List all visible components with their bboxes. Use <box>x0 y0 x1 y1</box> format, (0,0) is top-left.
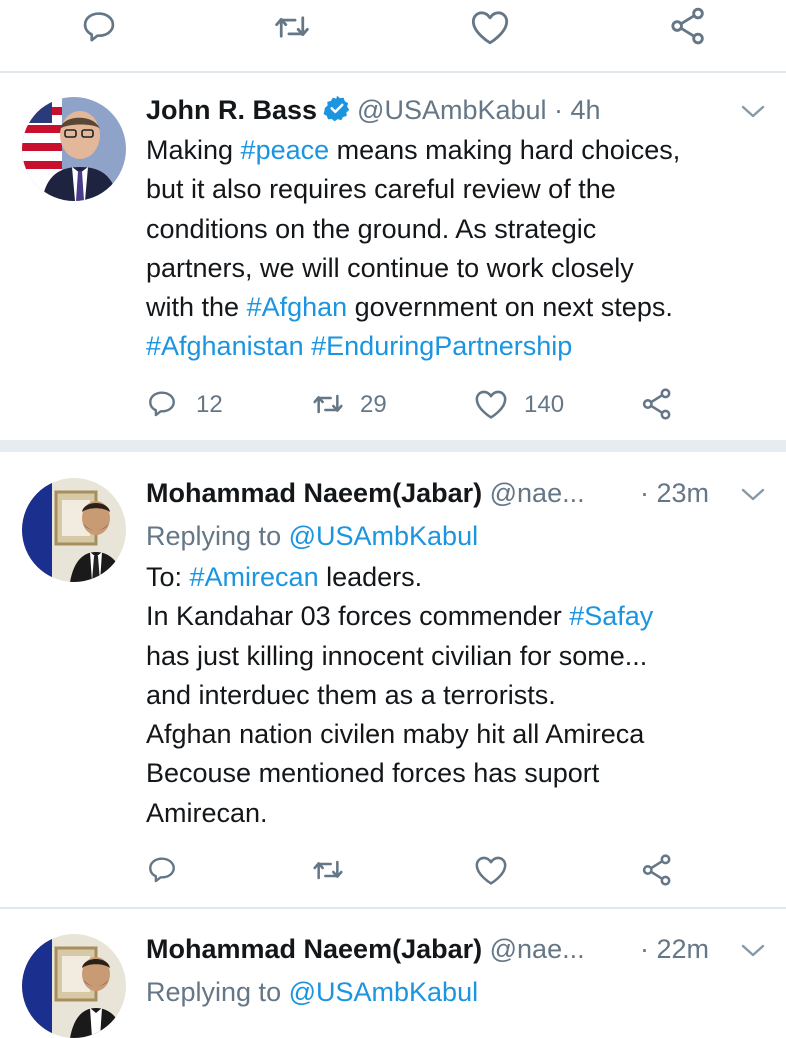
like-count: 140 <box>524 391 565 418</box>
share-icon[interactable] <box>668 6 708 46</box>
retweet-icon[interactable] <box>310 854 346 886</box>
timestamp[interactable]: · 22m <box>640 931 709 967</box>
like-icon[interactable] <box>470 8 510 46</box>
hashtag-link[interactable]: #Afghan <box>247 292 348 322</box>
retweet-count: 29 <box>360 391 387 418</box>
text-span: Afghan nation civilen maby hit all Amire… <box>146 719 645 750</box>
display-name[interactable]: Mohammad Naeem(Jabar) <box>146 934 482 964</box>
handle[interactable]: @nae... <box>490 478 585 508</box>
text-span: Becouse mentioned forces has suport <box>146 758 600 789</box>
timestamp[interactable]: · 4h <box>547 95 601 125</box>
tweet-header: Mohammad Naeem(Jabar) @nae... <box>146 475 585 511</box>
section-divider <box>0 440 786 452</box>
hashtag-link[interactable]: #Safay <box>569 601 653 631</box>
text-line: Becouse mentioned forces has suport <box>146 754 653 793</box>
chevron-down-icon[interactable] <box>740 487 766 508</box>
like-icon[interactable] <box>474 854 508 886</box>
text-line: with the #Afghan government on next step… <box>146 288 680 327</box>
verified-badge-icon <box>323 94 351 131</box>
divider <box>0 907 786 909</box>
like-icon[interactable] <box>474 388 508 420</box>
text-span: but it also requires careful review of t… <box>146 174 616 205</box>
text-line: but it also requires careful review of t… <box>146 170 680 209</box>
text-span: conditions on the ground. As strategic <box>146 213 597 244</box>
chevron-down-icon[interactable] <box>740 104 766 125</box>
tweet-header: Mohammad Naeem(Jabar) @nae... <box>146 931 585 967</box>
handle[interactable]: @USAmbKabul <box>357 95 547 125</box>
text-span <box>304 331 312 361</box>
text-line: has just killing innocent civilian for s… <box>146 637 653 676</box>
text-span: leaders. <box>318 562 423 592</box>
text-line: In Kandahar 03 forces commender #Safay <box>146 597 653 636</box>
share-icon[interactable] <box>640 853 674 887</box>
display-name[interactable]: John R. Bass <box>146 95 317 125</box>
reply-icon[interactable] <box>146 388 178 420</box>
text-span: partners, we will continue to work close… <box>146 252 634 283</box>
retweet-icon[interactable] <box>310 388 346 420</box>
text-span: To: <box>146 562 190 592</box>
mention-link[interactable]: @USAmbKabul <box>289 977 479 1007</box>
text-span: with the <box>146 292 247 323</box>
handle[interactable]: @nae... <box>490 934 585 964</box>
text-line: Making #peace means making hard choices, <box>146 131 680 170</box>
text-line: Afghan nation civilen maby hit all Amire… <box>146 715 653 754</box>
tweet-header: John R. Bass @USAmbKabul · 4h <box>146 92 601 128</box>
text-line: partners, we will continue to work close… <box>146 249 680 288</box>
text-line: To: #Amirecan leaders. <box>146 558 653 597</box>
tweet-text: Making #peace means making hard choices,… <box>146 131 680 367</box>
text-span: Making <box>146 135 241 165</box>
tweet-text: To: #Amirecan leaders. In Kandahar 03 fo… <box>146 558 653 833</box>
hashtag-link[interactable]: #EnduringPartnership <box>311 331 572 361</box>
text-line: #Afghanistan #EnduringPartnership <box>146 327 680 366</box>
text-span: government on next steps. <box>347 292 673 323</box>
divider <box>0 71 786 73</box>
retweet-icon[interactable] <box>272 8 312 46</box>
share-icon[interactable] <box>640 387 674 421</box>
text-span: Amirecan. <box>146 797 268 828</box>
text-span: means making hard choices, <box>329 135 681 165</box>
reply-icon[interactable] <box>146 854 178 886</box>
hashtag-link[interactable]: #peace <box>241 135 330 165</box>
replying-to: Replying to @USAmbKabul <box>146 517 478 556</box>
reply-count: 12 <box>196 391 223 418</box>
text-line: Amirecan. <box>146 794 653 833</box>
hashtag-link[interactable]: #Afghanistan <box>146 331 304 361</box>
replying-to-label: Replying to <box>146 521 289 551</box>
text-line: conditions on the ground. As strategic <box>146 210 680 249</box>
chevron-down-icon[interactable] <box>740 943 766 964</box>
replying-to-label: Replying to <box>146 977 289 1007</box>
text-span: has just killing innocent civilian for s… <box>146 640 648 671</box>
reply-icon[interactable] <box>80 8 118 46</box>
avatar[interactable] <box>22 478 126 582</box>
text-line: and interduec them as a terrorists. <box>146 676 653 715</box>
hashtag-link[interactable]: #Amirecan <box>190 562 319 592</box>
timestamp[interactable]: · 23m <box>640 475 709 511</box>
text-span: and interduec them as a terrorists. <box>146 679 556 710</box>
avatar[interactable] <box>22 934 126 1038</box>
replying-to: Replying to @USAmbKabul <box>146 973 478 1012</box>
mention-link[interactable]: @USAmbKabul <box>289 521 479 551</box>
avatar[interactable] <box>22 97 126 201</box>
text-span: In Kandahar 03 forces commender <box>146 601 570 632</box>
display-name[interactable]: Mohammad Naeem(Jabar) <box>146 478 482 508</box>
